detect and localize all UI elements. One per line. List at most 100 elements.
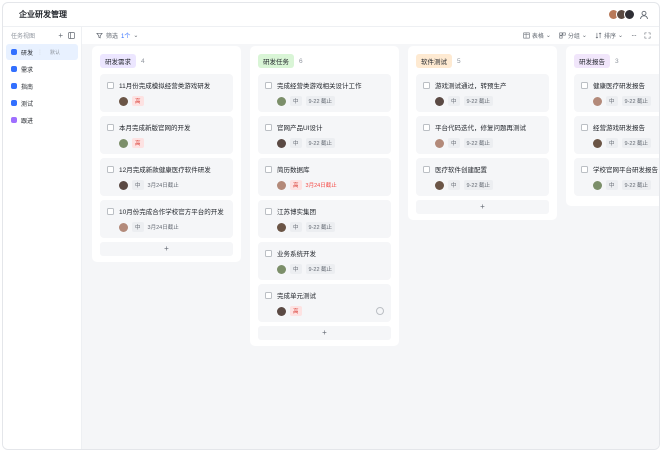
member-avatars[interactable]	[608, 9, 635, 20]
task-title-row: 简历数据库	[265, 164, 385, 174]
assignee-avatar[interactable]	[119, 96, 128, 106]
sidebar-item-label: 指南	[21, 84, 34, 91]
due-date: 9-22 截止	[463, 138, 494, 148]
assignee-avatar[interactable]	[435, 138, 444, 148]
column-header: 软件测试 5	[416, 54, 549, 68]
task-checkbox[interactable]	[423, 123, 430, 131]
task-title-row: 10月份完成合作学校官方平台的开发	[107, 206, 227, 216]
sidebar-title: 任务视图	[11, 33, 36, 40]
sidebar-item-label: 测试	[21, 101, 34, 108]
status-circle-icon[interactable]	[376, 307, 384, 315]
sidebar-item[interactable]: 研发 ⋮ 默认	[6, 44, 78, 60]
add-task-button[interactable]: +	[416, 200, 549, 214]
task-meta: 中 9-22 截止	[593, 138, 659, 148]
task-card[interactable]: 完成经营类游戏相关设计工作中 9-22 截止	[258, 74, 391, 112]
task-title: 完成经营类游戏相关设计工作	[277, 83, 362, 90]
task-card[interactable]: 11月份完成模拟经营类游戏研发高	[100, 74, 233, 112]
task-checkbox[interactable]	[265, 165, 272, 173]
task-card[interactable]: 完成单元测试高	[258, 284, 391, 322]
due-date: 9-22 截止	[305, 264, 336, 274]
task-title-row: 官网产品UI设计	[265, 122, 385, 132]
assignee-avatar[interactable]	[593, 96, 602, 106]
collapse-sidebar-icon[interactable]	[68, 31, 75, 39]
due-date: 9-22 截止	[463, 180, 494, 190]
default-tag: 默认	[50, 49, 61, 56]
due-date: 9-22 截止	[305, 138, 336, 148]
sidebar-item[interactable]: 跟进	[6, 112, 78, 128]
task-meta: 高	[119, 96, 227, 106]
top-bar: 企业研发管理	[3, 3, 659, 27]
task-checkbox[interactable]	[265, 123, 272, 131]
sidebar-item[interactable]: 需求	[6, 61, 78, 77]
assignee-avatar[interactable]	[435, 96, 444, 106]
task-card[interactable]: 江苏博实集团中 9-22 截止	[258, 200, 391, 238]
column-label: 软件测试	[416, 54, 452, 68]
assignee-avatar[interactable]	[119, 180, 128, 190]
task-checkbox[interactable]	[581, 165, 588, 173]
fullscreen-icon[interactable]	[644, 32, 651, 39]
filter-button[interactable]: 筛选 1个 ⌄	[96, 31, 138, 40]
task-title-row: 健康医疗研发报告	[581, 80, 659, 90]
more-icon[interactable]: ···	[631, 31, 637, 40]
due-date: 9-22 截止	[305, 96, 336, 106]
assignee-avatar[interactable]	[277, 306, 286, 316]
user-icon[interactable]	[639, 10, 649, 20]
assignee-avatar[interactable]	[593, 138, 602, 148]
assignee-avatar[interactable]	[119, 138, 128, 148]
assignee-avatar[interactable]	[277, 264, 286, 274]
view-table-button[interactable]: 表格 ⌄	[523, 31, 551, 40]
task-checkbox[interactable]	[265, 81, 272, 89]
assignee-avatar[interactable]	[277, 138, 286, 148]
task-card[interactable]: 平台代码迭代，修复问题再测试中 9-22 截止	[416, 116, 549, 154]
chevron-down-icon: ⌄	[545, 33, 551, 39]
task-checkbox[interactable]	[423, 165, 430, 173]
task-checkbox[interactable]	[107, 207, 114, 215]
task-checkbox[interactable]	[423, 81, 430, 89]
assignee-avatar[interactable]	[119, 222, 128, 232]
priority-badge: 中	[448, 96, 460, 106]
task-checkbox[interactable]	[107, 81, 114, 89]
app-title: 企业研发管理	[19, 10, 67, 19]
priority-badge: 中	[448, 138, 460, 148]
priority-badge: 中	[290, 264, 302, 274]
task-checkbox[interactable]	[107, 123, 114, 131]
task-card[interactable]: 医疗软件创建配置中 9-22 截止	[416, 158, 549, 196]
add-task-button[interactable]: +	[258, 326, 391, 340]
assignee-avatar[interactable]	[277, 222, 286, 232]
sidebar-item[interactable]: 测试	[6, 95, 78, 111]
sidebar-item[interactable]: 指南	[6, 78, 78, 94]
task-checkbox[interactable]	[581, 81, 588, 89]
task-card[interactable]: 经营游戏研发报告中 9-22 截止	[574, 116, 659, 154]
task-title: 本月完成新版官网的开发	[119, 125, 191, 132]
sort-button[interactable]: 排序 ⌄	[595, 31, 623, 40]
task-card[interactable]: 学校官网平台研发报告中 9-22 截止	[574, 158, 659, 196]
task-card[interactable]: 简历数据库高 3月24日截止	[258, 158, 391, 196]
kanban-board: 研发需求 4 11月份完成模拟经营类游戏研发高本月完成新版官网的开发高 12月完成新款…	[92, 46, 659, 449]
chevron-down-icon: ⌄	[133, 33, 139, 39]
sort-icon	[595, 32, 602, 39]
add-view-icon[interactable]: +	[58, 31, 63, 40]
priority-badge: 中	[606, 138, 618, 148]
column-count: 4	[141, 57, 145, 65]
task-card[interactable]: 业务系统开发中 9-22 截止	[258, 242, 391, 280]
assignee-avatar[interactable]	[435, 180, 444, 190]
group-button[interactable]: 分组 ⌄	[559, 31, 587, 40]
task-card[interactable]: 游戏测试通过，转预生产中 9-22 截止	[416, 74, 549, 112]
drag-handle-icon[interactable]: ⋮	[37, 49, 43, 56]
task-checkbox[interactable]	[581, 123, 588, 131]
task-checkbox[interactable]	[265, 249, 272, 257]
assignee-avatar[interactable]	[593, 180, 602, 190]
sidebar-item-label: 研发	[21, 50, 34, 57]
assignee-avatar[interactable]	[277, 180, 286, 190]
task-card[interactable]: 10月份完成合作学校官方平台的开发中 3月24日截止	[100, 200, 233, 238]
task-title: 游戏测试通过，转预生产	[435, 83, 507, 90]
task-card[interactable]: 本月完成新版官网的开发高	[100, 116, 233, 154]
task-checkbox[interactable]	[265, 207, 272, 215]
assignee-avatar[interactable]	[277, 96, 286, 106]
task-checkbox[interactable]	[107, 165, 114, 173]
add-task-button[interactable]: +	[100, 242, 233, 256]
task-card[interactable]: 健康医疗研发报告中 9-22 截止	[574, 74, 659, 112]
task-card[interactable]: 12月完成新款健康医疗软件研发中 3月24日截止	[100, 158, 233, 196]
task-checkbox[interactable]	[265, 291, 272, 299]
task-card[interactable]: 官网产品UI设计中 9-22 截止	[258, 116, 391, 154]
